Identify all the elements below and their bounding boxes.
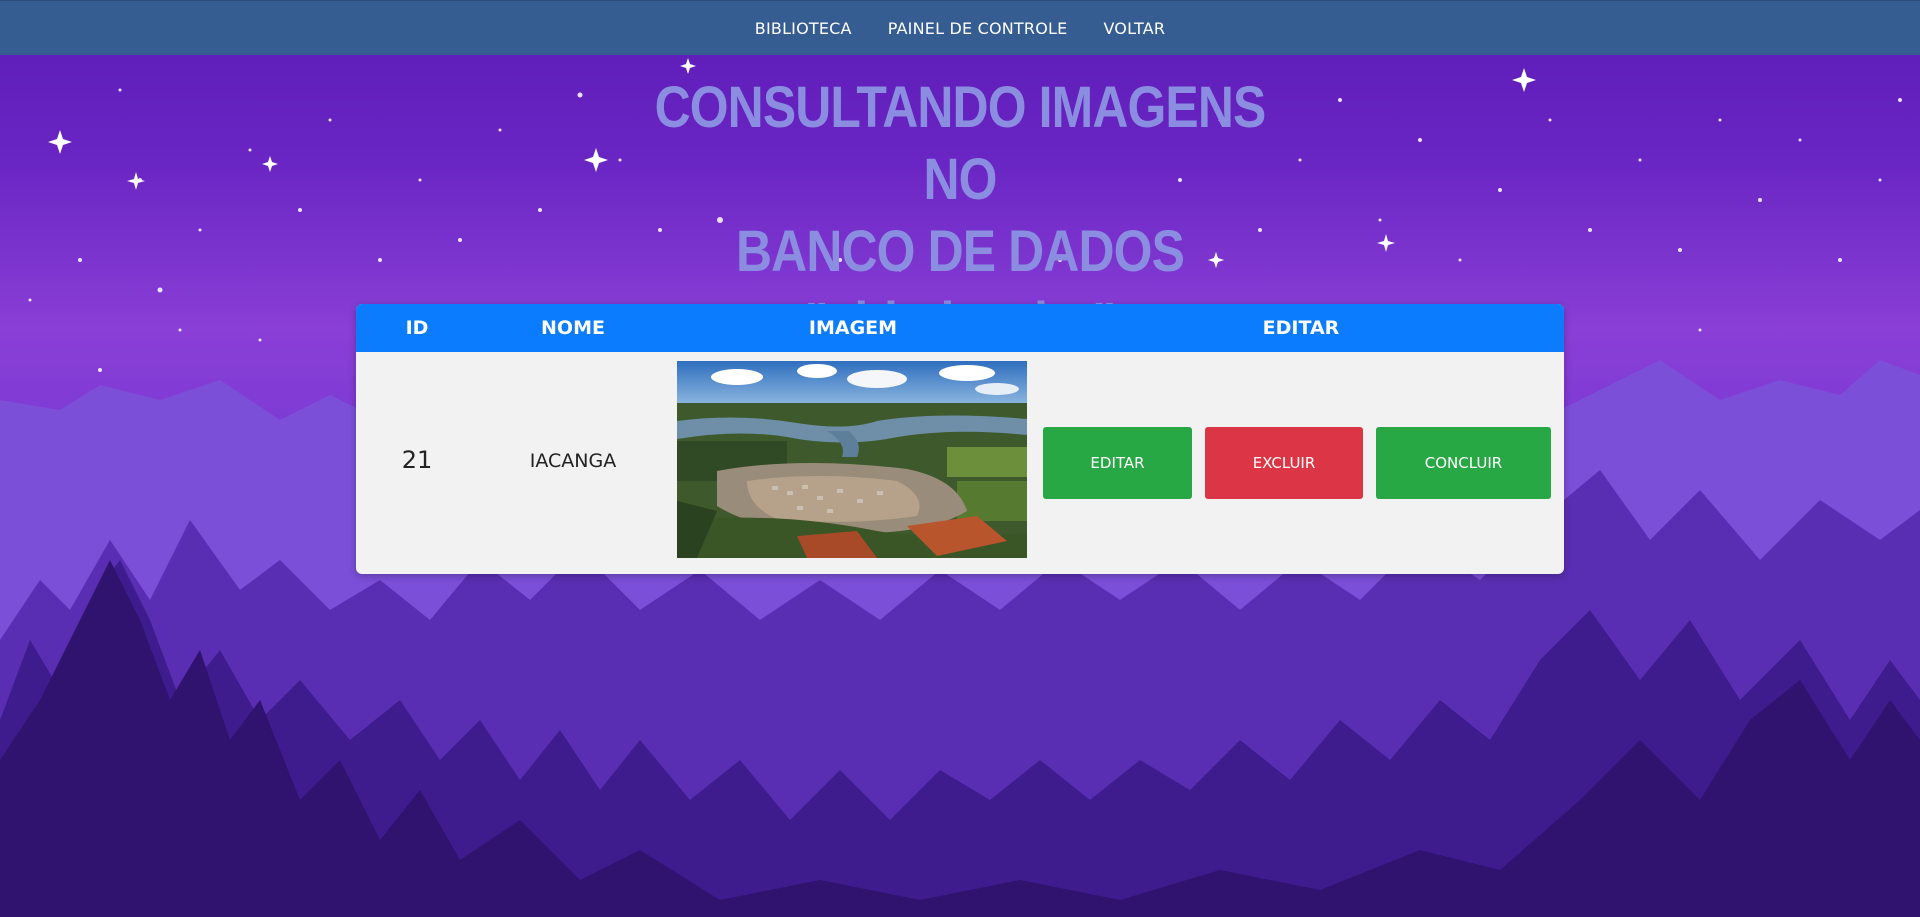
top-navbar: BIBLIOTECA PAINEL DE CONTROLE VOLTAR [0, 0, 1920, 55]
page-title-line-2: BANCO DE DADOS [735, 219, 1185, 284]
header-imagem: IMAGEM [808, 317, 898, 339]
images-table: ID NOME IMAGEM EDITAR 21 IACANGA EDITAR … [356, 304, 1564, 574]
row-nome: IACANGA [529, 450, 617, 472]
city-aerial-image [677, 361, 1027, 558]
complete-button[interactable]: CONCLUIR [1376, 427, 1551, 499]
edit-button[interactable]: EDITAR [1043, 427, 1192, 499]
header-id: ID [405, 317, 429, 339]
header-nome: NOME [541, 317, 605, 339]
nav-voltar-link[interactable]: VOLTAR [1103, 19, 1165, 38]
city-aerial-image-graphic [677, 361, 1027, 558]
page-title-line-1: CONSULTANDO IMAGENS NO [654, 75, 1267, 212]
delete-button[interactable]: EXCLUIR [1205, 427, 1363, 499]
nav-painel-de-controle-link[interactable]: PAINEL DE CONTROLE [888, 19, 1068, 38]
table-header-row: ID NOME IMAGEM EDITAR [356, 304, 1564, 352]
row-id: 21 [401, 446, 433, 474]
header-editar: EDITAR [1262, 317, 1340, 339]
nav-biblioteca-link[interactable]: BIBLIOTECA [755, 19, 852, 38]
